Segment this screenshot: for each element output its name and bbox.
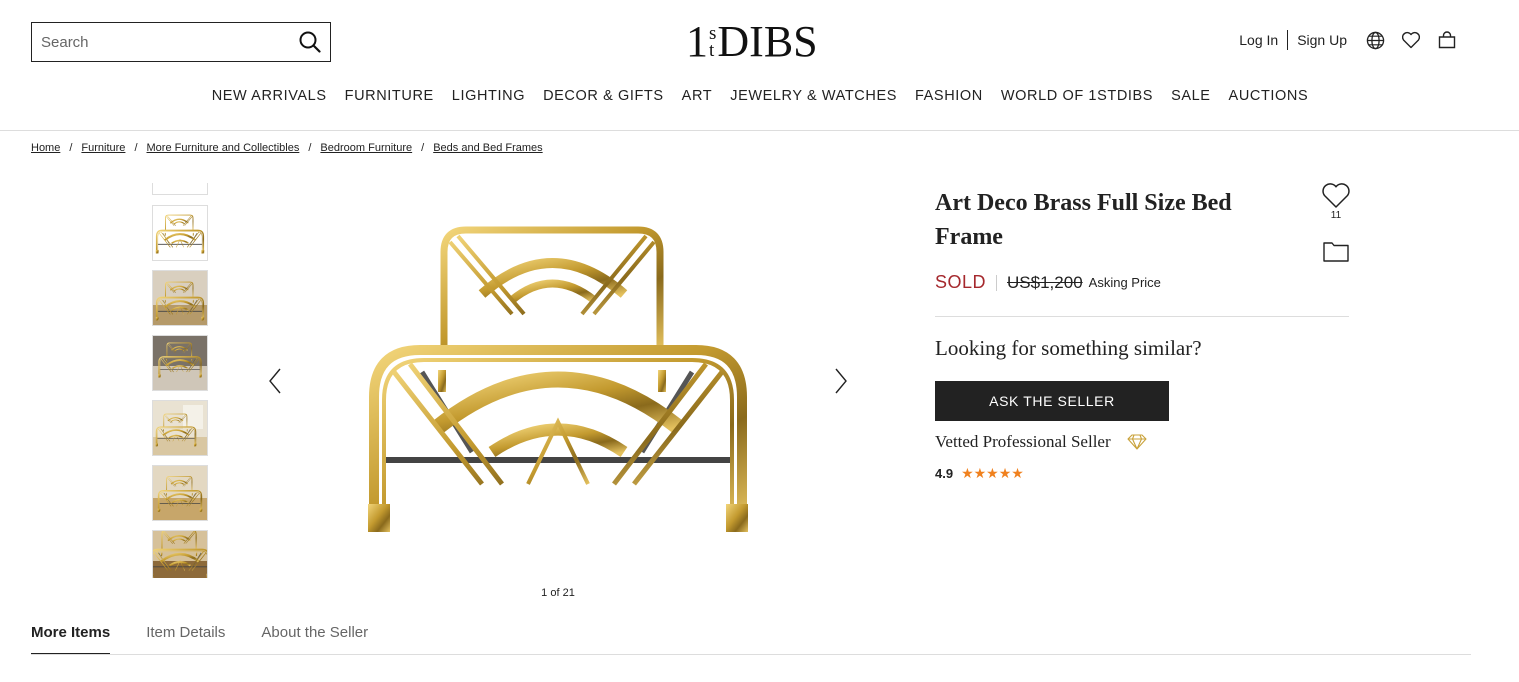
site-logo[interactable]: 1 s t DIBS (686, 18, 818, 66)
thumbnail-strip[interactable] (152, 183, 208, 578)
favorite-count: 11 (1330, 210, 1342, 221)
breadcrumb: Home / Furniture / More Furniture and Co… (31, 142, 543, 154)
detail-tabs: More Items Item Details About the Seller (31, 624, 368, 655)
logo-st: s t (709, 24, 716, 61)
nav-furniture[interactable]: FURNITURE (345, 88, 434, 104)
seller-rating: 4.9 ★★★★★ (935, 465, 1024, 482)
breadcrumb-bedroom-furniture[interactable]: Bedroom Furniture (320, 142, 412, 154)
price-divider (996, 274, 998, 291)
main-nav: NEW ARRIVALS FURNITURE LIGHTING DECOR & … (0, 88, 1519, 104)
account-divider (1287, 30, 1289, 50)
heart-icon[interactable] (1401, 30, 1421, 50)
star-icons: ★★★★★ (961, 465, 1024, 481)
image-counter: 1 of 21 (541, 587, 575, 599)
breadcrumb-furniture[interactable]: Furniture (81, 142, 125, 154)
thumbnail[interactable] (152, 205, 208, 261)
main-product-image[interactable] (362, 222, 754, 536)
nav-art[interactable]: ART (682, 88, 713, 104)
thumbnail[interactable] (152, 530, 208, 578)
search-box[interactable] (31, 22, 331, 62)
price-row: SOLD US$1,200 Asking Price (935, 272, 1161, 293)
nav-new-arrivals[interactable]: NEW ARRIVALS (212, 88, 327, 104)
breadcrumb-separator: / (308, 142, 312, 154)
nav-world-of-1stdibs[interactable]: WORLD OF 1STDIBS (1001, 88, 1153, 104)
price-label: Asking Price (1088, 275, 1161, 290)
heart-icon (1322, 183, 1350, 208)
next-image-arrow[interactable] (829, 364, 853, 398)
product-title: Art Deco Brass Full Size Bed Frame (935, 190, 1232, 250)
nav-lighting[interactable]: LIGHTING (452, 88, 525, 104)
info-divider (935, 316, 1349, 317)
tabs-divider (31, 654, 1471, 655)
breadcrumb-separator: / (134, 142, 138, 154)
similar-heading: Looking for something similar? (935, 336, 1202, 360)
nav-sale[interactable]: SALE (1171, 88, 1210, 104)
account-bar: Log In Sign Up (1239, 30, 1457, 50)
logo-t: t (709, 40, 715, 61)
search-input[interactable] (32, 23, 290, 61)
signup-link[interactable]: Sign Up (1297, 32, 1347, 48)
vetted-seller-label: Vetted Professional Seller (935, 432, 1111, 451)
breadcrumb-home[interactable]: Home (31, 142, 60, 154)
thumbnail[interactable] (152, 335, 208, 391)
logo-dibs: DIBS (717, 17, 818, 66)
globe-icon[interactable] (1365, 30, 1385, 50)
thumbnail[interactable] (152, 270, 208, 326)
search-icon[interactable] (290, 23, 330, 61)
sold-status: SOLD (935, 272, 987, 292)
tab-about-seller[interactable]: About the Seller (261, 624, 368, 655)
nav-fashion[interactable]: FASHION (915, 88, 983, 104)
thumbnail[interactable] (152, 183, 208, 195)
favorite-button[interactable]: 11 (1320, 182, 1352, 221)
thumbnail[interactable] (152, 400, 208, 456)
nav-auctions[interactable]: AUCTIONS (1229, 88, 1309, 104)
asking-price: US$1,200 (1007, 272, 1083, 292)
ask-the-seller-button[interactable]: ASK THE SELLER (935, 381, 1169, 421)
thumbnail[interactable] (152, 465, 208, 521)
login-link[interactable]: Log In (1239, 32, 1278, 48)
tab-item-details[interactable]: Item Details (146, 624, 225, 655)
logo-one: 1 (686, 17, 708, 66)
folder-icon[interactable] (1323, 240, 1349, 262)
previous-image-arrow[interactable] (263, 364, 287, 398)
breadcrumb-more-furniture[interactable]: More Furniture and Collectibles (147, 142, 300, 154)
tab-more-items[interactable]: More Items (31, 624, 111, 655)
breadcrumb-separator: / (421, 142, 425, 154)
nav-decor-gifts[interactable]: DECOR & GIFTS (543, 88, 664, 104)
vetted-seller-badge: Vetted Professional Seller (935, 432, 1147, 452)
diamond-icon (1127, 434, 1147, 450)
nav-jewelry-watches[interactable]: JEWELRY & WATCHES (730, 88, 897, 104)
rating-score: 4.9 (935, 466, 954, 481)
breadcrumb-beds[interactable]: Beds and Bed Frames (433, 142, 542, 154)
header-divider (0, 130, 1519, 131)
breadcrumb-separator: / (69, 142, 73, 154)
bag-icon[interactable] (1437, 30, 1457, 50)
